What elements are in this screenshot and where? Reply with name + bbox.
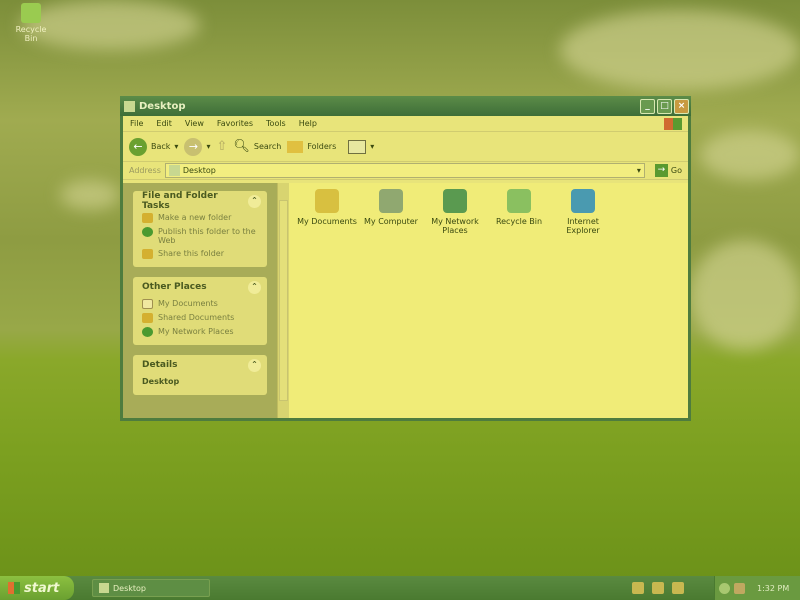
menu-help[interactable]: Help (299, 119, 317, 128)
place-shared-documents[interactable]: Shared Documents (133, 311, 267, 325)
documents-icon (142, 299, 153, 309)
recycle-bin-icon (507, 189, 531, 213)
window-title: Desktop (139, 100, 186, 112)
start-button[interactable]: start (0, 576, 74, 600)
file-label: Recycle Bin (495, 217, 543, 226)
file-icon-item[interactable]: Recycle Bin (489, 189, 549, 418)
folders-icon (287, 140, 304, 153)
go-arrow-icon: → (654, 164, 668, 177)
my-computer-icon (379, 189, 403, 213)
task-pane: File and Folder Tasks ⌃ Make a new folder… (123, 183, 277, 418)
back-arrow-icon: ← (129, 137, 147, 156)
folder-icon (124, 100, 135, 112)
address-dropdown[interactable]: ▾ (634, 166, 644, 175)
globe-icon (142, 227, 153, 237)
folders-button[interactable]: Folders (287, 140, 336, 153)
tray-expand-icon[interactable] (719, 582, 730, 594)
forward-button[interactable]: → ▾ (184, 137, 210, 156)
minimize-button[interactable]: _ (640, 98, 655, 114)
tray-tools-icon[interactable] (652, 582, 664, 594)
explorer-window: Desktop _ □ × File Edit View Favorites T… (120, 96, 691, 421)
file-icon-item[interactable]: My Computer (361, 189, 421, 418)
taskbar: start Desktop 1:32 PM (0, 576, 800, 600)
share-folder-icon (142, 249, 153, 259)
go-button[interactable]: → Go (649, 164, 688, 177)
recycle-bin-icon (21, 3, 41, 23)
address-input[interactable]: Desktop ▾ (164, 163, 645, 178)
file-label: My Documents (297, 217, 357, 226)
search-button[interactable]: 🔍︎ Search (233, 139, 281, 154)
collapse-button[interactable]: ⌃ (248, 194, 261, 208)
title-bar[interactable]: Desktop _ □ × (120, 96, 691, 116)
tray-icons (632, 582, 684, 594)
search-icon: 🔍︎ (233, 139, 250, 154)
folder-icon (142, 313, 153, 323)
file-folder-tasks-panel: File and Folder Tasks ⌃ Make a new folder… (133, 191, 267, 267)
tray-app-icon[interactable] (632, 582, 644, 594)
back-button[interactable]: ← Back ▾ (129, 137, 178, 156)
views-button[interactable]: ▾ (342, 139, 374, 154)
system-tray: 1:32 PM (714, 576, 800, 600)
menu-bar: File Edit View Favorites Tools Help (123, 116, 688, 132)
file-icon-item[interactable]: My Documents (297, 189, 357, 418)
address-bar: Address Desktop ▾ → Go (123, 162, 688, 180)
task-pane-scrollbar[interactable] (277, 183, 289, 418)
file-view: My Documents My Computer My Network Places… (289, 183, 688, 418)
details-panel: Details ⌃ Desktop (133, 355, 267, 395)
maximize-button[interactable]: □ (657, 98, 672, 114)
my-network-places-icon (443, 189, 467, 213)
windows-logo-icon (8, 582, 20, 594)
menu-favorites[interactable]: Favorites (217, 119, 253, 128)
file-icon-item[interactable]: Internet Explorer (553, 189, 613, 418)
toolbar: ← Back ▾ → ▾ ⇧ 🔍︎ Search Folders ▾ (123, 132, 688, 162)
network-icon (142, 327, 153, 337)
network-tray-icon[interactable] (734, 582, 745, 594)
views-icon (348, 139, 367, 154)
up-folder-icon[interactable]: ⇧ (216, 139, 227, 154)
folder-icon (99, 583, 109, 593)
other-places-panel: Other Places ⌃ My Documents Shared Docume… (133, 277, 267, 345)
forward-arrow-icon: → (184, 137, 203, 156)
file-icon-item[interactable]: My Network Places (425, 189, 485, 418)
clock[interactable]: 1:32 PM (757, 584, 789, 593)
internet-explorer-icon (571, 189, 595, 213)
menu-view[interactable]: View (185, 119, 204, 128)
close-button[interactable]: × (674, 98, 689, 114)
file-label: My Computer (364, 217, 418, 226)
desktop-icon-recycle-bin[interactable]: Recycle Bin (8, 3, 54, 43)
task-share-folder[interactable]: Share this folder (133, 247, 267, 267)
windows-logo-icon (664, 117, 682, 130)
taskbar-button-desktop[interactable]: Desktop (92, 579, 210, 597)
new-folder-icon (142, 213, 153, 223)
collapse-button[interactable]: ⌃ (248, 358, 261, 372)
menu-file[interactable]: File (130, 119, 143, 128)
menu-edit[interactable]: Edit (156, 119, 172, 128)
place-my-documents[interactable]: My Documents (133, 297, 267, 311)
my-documents-icon (315, 189, 339, 213)
collapse-button[interactable]: ⌃ (248, 280, 261, 294)
menu-tools[interactable]: Tools (266, 119, 286, 128)
file-label: My Network Places (431, 217, 479, 235)
place-my-network-places[interactable]: My Network Places (133, 325, 267, 345)
desktop-icon (168, 165, 180, 176)
task-make-new-folder[interactable]: Make a new folder (133, 211, 267, 225)
tray-app-icon[interactable] (672, 582, 684, 594)
task-publish-folder[interactable]: Publish this folder to the Web (133, 225, 267, 247)
file-label: Internet Explorer (566, 217, 600, 235)
